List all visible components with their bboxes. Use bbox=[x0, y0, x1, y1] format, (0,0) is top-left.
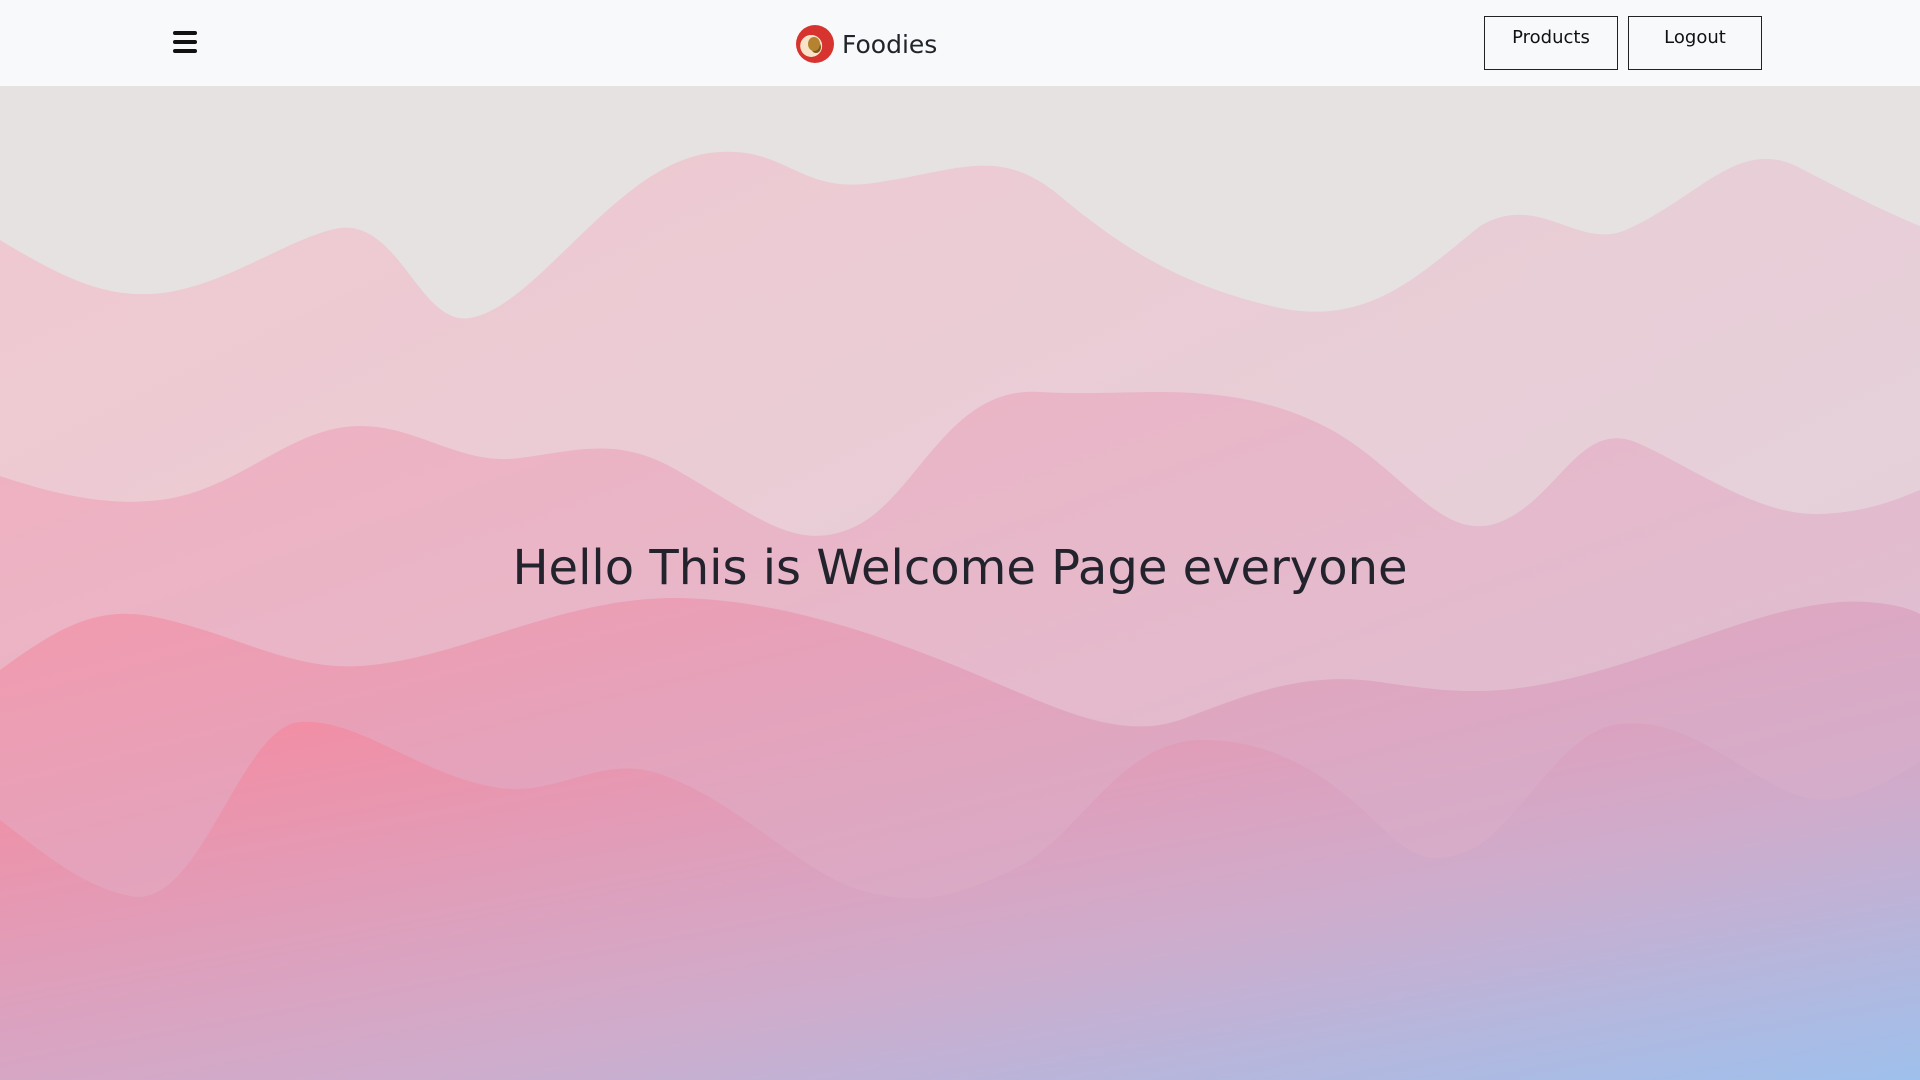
hero-section: Hello This is Welcome Page everyone bbox=[0, 86, 1920, 1080]
brand-link[interactable]: Foodies bbox=[796, 22, 937, 66]
navbar: Foodies Products Logout bbox=[0, 0, 1920, 86]
logout-button[interactable]: Logout bbox=[1628, 16, 1762, 70]
welcome-heading: Hello This is Welcome Page everyone bbox=[512, 540, 1408, 596]
food-bowl-logo bbox=[796, 25, 834, 63]
products-button[interactable]: Products bbox=[1484, 16, 1618, 70]
hamburger-menu-icon[interactable] bbox=[170, 28, 200, 56]
brand-name: Foodies bbox=[842, 29, 938, 59]
